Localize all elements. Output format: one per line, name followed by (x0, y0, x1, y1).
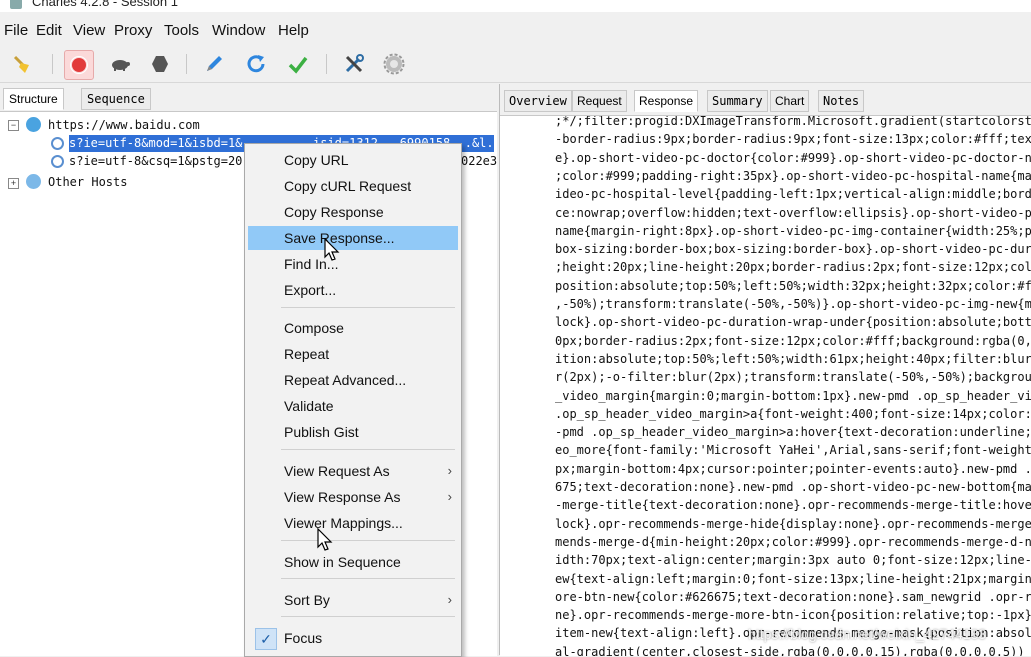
tab-summary[interactable]: Summary (707, 90, 768, 112)
chevron-right-icon: › (447, 463, 452, 478)
code-line: ne}.opr-recommends-merge-more-btn-icon{p… (555, 608, 1031, 623)
tools-icon[interactable] (340, 50, 368, 78)
code-line: .op_sp_header_video_margin>a{font-weight… (555, 406, 1031, 421)
globe-icon (26, 174, 41, 189)
host-node[interactable]: https://www.baidu.com (48, 117, 200, 134)
other-hosts-node[interactable]: Other Hosts (48, 174, 127, 191)
code-line: r(2px);-o-filter:blur(2px);transform:tra… (555, 370, 1031, 385)
code-line: ce:nowrap;overflow:hidden;text-overflow:… (555, 205, 1031, 220)
menu-item-compose[interactable]: Compose (248, 316, 458, 340)
menu-view[interactable]: View (73, 22, 105, 39)
code-line: 0px;border-radius:2px;font-size:12px;col… (555, 333, 1031, 348)
check-icon: ✓ (255, 628, 277, 650)
request-icon (51, 155, 64, 168)
check-icon[interactable] (284, 50, 312, 78)
watermark: https://blog.csdn.net/weixin_42744183 (748, 626, 987, 642)
menu-item-copy-curl-request[interactable]: Copy cURL Request (248, 174, 458, 198)
globe-icon (26, 117, 41, 132)
refresh-icon[interactable] (242, 50, 270, 78)
code-line: lock}.op-short-video-pc-duration-wrap-un… (555, 315, 1031, 330)
settings-gear-icon[interactable] (380, 50, 408, 78)
code-line: name{margin-right:8px}.op-short-video-pc… (555, 223, 1031, 238)
chevron-right-icon: › (447, 489, 452, 504)
menu-help[interactable]: Help (278, 22, 309, 39)
code-line: -merge-title{text-decoration:none}.opr-r… (555, 498, 1031, 513)
menu-item-export[interactable]: Export... (248, 278, 458, 302)
request-icon (51, 137, 64, 150)
code-line: eo_more{font-family:'Microsoft YaHei',Ar… (555, 443, 1031, 458)
code-line: _video_margin{margin:0;margin-bottom:1px… (555, 388, 1031, 403)
code-line: position:absolute;top:50%;left:50%;width… (555, 278, 1031, 293)
code-line: -pmd .op_sp_header_video_margin>a:hover{… (555, 425, 1031, 440)
code-line: 675;text-decoration:none}.new-pmd .op-sh… (555, 480, 1031, 494)
code-line: ore-btn-new{color:#626675;text-decoratio… (555, 589, 1031, 604)
hexagon-stop-icon[interactable] (146, 50, 174, 78)
code-line: lock}.opr-recommends-merge-hide{display:… (555, 516, 1031, 531)
broom-icon[interactable] (8, 50, 36, 78)
request-path: s?ie=utf-8&mod=1&isbd=1& (69, 136, 243, 150)
code-line: box-sizing:border-box;box-sizing:border-… (555, 242, 1031, 257)
menu-item-show-in-sequence[interactable]: Show in Sequence (248, 550, 458, 574)
code-line: -border-radius:9px;border-radius:9px;fon… (555, 132, 1031, 147)
collapse-icon[interactable]: − (8, 120, 19, 131)
request-path: s?ie=utf-8&csq=1&pstg=20 (69, 154, 243, 168)
menu-item-save-response[interactable]: Save Response... (248, 226, 458, 250)
code-line: ew{text-align:left;margin:0;font-size:13… (555, 571, 1031, 586)
code-line: ;color:#999;padding-right:35px}.op-short… (555, 168, 1031, 183)
code-line: e}.op-short-video-pc-doctor{color:#999}.… (555, 150, 1031, 165)
menu-proxy[interactable]: Proxy (114, 22, 152, 39)
pen-icon[interactable] (200, 50, 228, 78)
menu-tools[interactable]: Tools (164, 22, 199, 39)
menu-item-viewer-mappings[interactable]: Viewer Mappings... (248, 511, 458, 535)
code-line: ,-50%);transform:translate(-50%,-50%)}.o… (555, 297, 1031, 311)
request-path-tail: 022e3 (461, 154, 498, 168)
tab-sequence[interactable]: Sequence (81, 88, 151, 110)
code-line: ;*/;filter:progid:DXImageTransform.Micro… (555, 115, 1031, 128)
chevron-right-icon: › (447, 592, 452, 607)
expand-icon[interactable]: + (8, 178, 19, 189)
tab-structure[interactable]: Structure (3, 88, 64, 110)
code-line: ition:absolute;top:50%;left:50%;width:61… (555, 351, 1031, 366)
tab-response[interactable]: Response (634, 90, 699, 112)
code-line: ;height:20px;line-height:20px;border-rad… (555, 260, 1031, 275)
toolbar (0, 46, 1031, 83)
turtle-icon[interactable] (106, 50, 134, 78)
code-line: px;margin-bottom:4px;cursor:pointer;poin… (555, 461, 1031, 476)
menu-item-repeat-advanced[interactable]: Repeat Advanced... (248, 368, 458, 392)
tab-overview[interactable]: Overview (504, 90, 572, 112)
menu-item-focus[interactable]: ✓ Focus (248, 626, 458, 650)
tab-request[interactable]: Request (572, 90, 627, 112)
menu-item-sort-by[interactable]: Sort By › (248, 588, 458, 612)
code-line: al-gradient(center,closest-side,rgba(0,0… (555, 644, 1025, 656)
menu-bar: File Edit View Proxy Tools Window Help (0, 14, 1031, 48)
menu-item-copy-response[interactable]: Copy Response (248, 200, 458, 224)
menu-edit[interactable]: Edit (36, 22, 62, 39)
context-menu: Copy URL Copy cURL Request Copy Response… (244, 143, 462, 657)
window-title: Charles 4.2.8 - Session 1 (32, 0, 178, 9)
menu-item-copy-url[interactable]: Copy URL (248, 148, 458, 172)
menu-item-view-response-as[interactable]: View Response As › (248, 485, 458, 509)
response-body[interactable]: ;*/;filter:progid:DXImageTransform.Micro… (500, 115, 1031, 656)
tab-chart[interactable]: Chart (770, 90, 810, 112)
menu-window[interactable]: Window (212, 22, 265, 39)
record-icon[interactable] (64, 50, 94, 80)
tab-notes[interactable]: Notes (818, 90, 865, 112)
code-line: mends-merge-d{min-height:20px;color:#999… (555, 534, 1031, 549)
code-line: ideo-pc-hospital-level{padding-left:1px;… (555, 187, 1031, 202)
menu-item-view-request-as[interactable]: View Request As › (248, 459, 458, 483)
menu-file[interactable]: File (4, 22, 28, 39)
right-panel: Overview Request Response Summary Chart … (499, 84, 1031, 656)
mouse-cursor-icon (324, 238, 340, 261)
code-line: idth:70px;text-align:center;margin:3px a… (555, 553, 1031, 568)
menu-item-validate[interactable]: Validate (248, 394, 458, 418)
menu-item-find-in[interactable]: Find In... (248, 252, 458, 276)
menu-item-repeat[interactable]: Repeat (248, 342, 458, 366)
title-bar: Charles 4.2.8 - Session 1 (0, 0, 1031, 12)
app-icon (10, 0, 22, 9)
menu-item-publish-gist[interactable]: Publish Gist (248, 420, 458, 444)
mouse-cursor-icon (317, 528, 333, 551)
